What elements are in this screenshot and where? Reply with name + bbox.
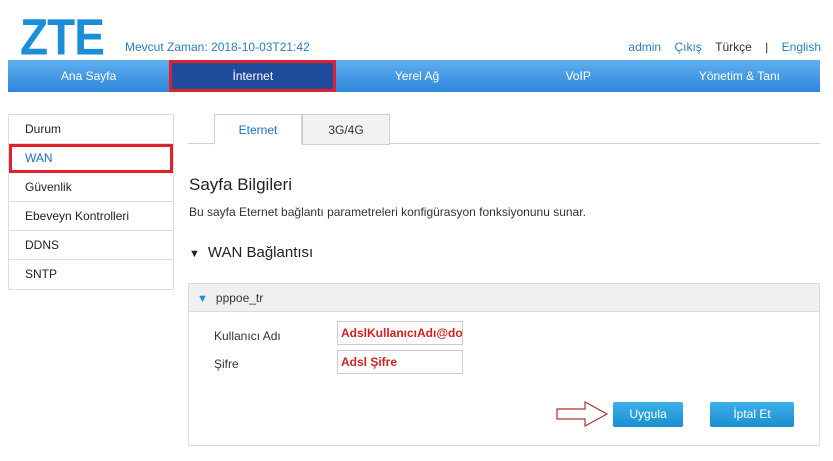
connection-panel: ▼ pppoe_tr Kullanıcı Adı AdslKullanıcıAdı… [188,283,820,446]
sidebar-item-sntp[interactable]: SNTP [9,260,173,289]
admin-link[interactable]: admin [628,40,661,54]
sidebar-item-ebeveyn[interactable]: Ebeveyn Kontrolleri [9,202,173,231]
lang-separator: | [765,40,769,54]
sidebar-item-durum[interactable]: Durum [9,115,173,144]
cancel-button[interactable]: İptal Et [710,402,794,427]
tab-eternet[interactable]: Eternet [214,114,302,145]
logout-link[interactable]: Çıkış [674,40,701,54]
zte-logo: ZTE [20,8,105,66]
password-label: Şifre [214,357,239,371]
username-label: Kullanıcı Adı [214,329,281,343]
top-links: admin Çıkış Türkçe | English [618,40,821,54]
sidebar-item-guvenlik[interactable]: Güvenlik [9,173,173,202]
section-wan-connection[interactable]: ▼ WAN Bağlantısı [189,244,313,261]
page-title: Sayfa Bilgileri [189,175,292,194]
expand-triangle-icon: ▼ [197,293,208,305]
main-nav: Ana Sayfa İnternet Yerel Ağ VoIP Yönetim… [8,60,820,92]
sidebar-item-ddns[interactable]: DDNS [9,231,173,260]
section-title: WAN Bağlantısı [207,244,314,261]
page-description: Bu sayfa Eternet bağlantı parametreleri … [189,205,586,219]
nav-internet[interactable]: İnternet [169,60,337,92]
current-time: Mevcut Zaman: 2018-10-03T21:42 [125,40,310,54]
username-input[interactable]: AdslKullanıcıAdı@domain [337,321,463,345]
nav-ana-sayfa[interactable]: Ana Sayfa [8,60,169,92]
lang-english[interactable]: English [782,40,821,54]
sidebar-item-wan[interactable]: WAN [9,144,173,173]
sidebar: Durum WAN Güvenlik Ebeveyn Kontrolleri D… [8,114,174,290]
arrow-right-icon [556,400,609,428]
nav-yerel-ag[interactable]: Yerel Ağ [336,60,497,92]
connection-header[interactable]: ▼ pppoe_tr [189,284,819,312]
nav-yonetim[interactable]: Yönetim & Tanı [659,60,820,92]
lang-turkish[interactable]: Türkçe [715,40,752,54]
collapse-triangle-icon: ▼ [189,248,200,260]
tab-3g4g[interactable]: 3G/4G [302,114,390,145]
tab-bar: Eternet 3G/4G [188,114,820,145]
apply-button[interactable]: Uygula [613,402,683,427]
connection-name: pppoe_tr [215,291,264,305]
nav-voip[interactable]: VoIP [498,60,659,92]
password-input[interactable]: Adsl Şifre [337,350,463,374]
